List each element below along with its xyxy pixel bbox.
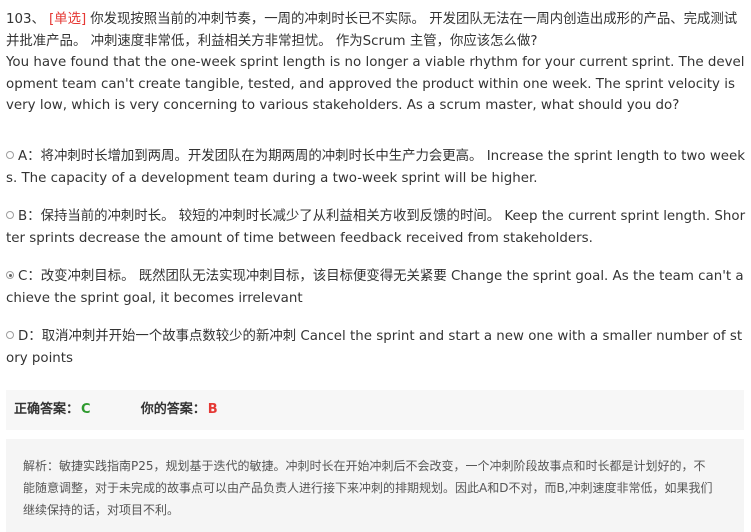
analysis-text: 解析：敏捷实践指南P25，规划基于迭代的敏捷。冲刺时长在开始冲刺后不会改变，一个… [23,459,713,517]
options-list: A：将冲刺时长增加到两周。开发团队在为期两周的冲刺时长中生产力会更高。 Incr… [6,146,746,386]
question-text-cn: 你发现按照当前的冲刺节奏，一周的冲刺时长已不实际。 开发团队无法在一周内创造出成… [6,12,738,49]
option-b[interactable]: B：保持当前的冲刺时长。 较短的冲刺时长减少了从利益相关方收到反馈的时间。 Ke… [6,206,746,249]
radio-button-c[interactable] [6,271,14,279]
option-c[interactable]: C：改变冲刺目标。 既然团队无法实现冲刺目标，该目标便变得无关紧要 Change… [6,266,746,309]
option-c-text: C：改变冲刺目标。 既然团队无法实现冲刺目标，该目标便变得无关紧要 Change… [6,269,744,306]
question-text-en: You have found that the one-week sprint … [6,55,745,113]
question-type-tag: [单选] [48,12,87,27]
user-answer-label: 你的答案： [140,402,206,417]
analysis-panel: 解析：敏捷实践指南P25，规划基于迭代的敏捷。冲刺时长在开始冲刺后不会改变，一个… [6,439,744,532]
radio-button-d[interactable] [6,331,14,339]
option-b-text: B：保持当前的冲刺时长。 较短的冲刺时长减少了从利益相关方收到反馈的时间。 Ke… [6,209,746,246]
radio-button-a[interactable] [6,151,14,159]
option-a-text: A：将冲刺时长增加到两周。开发团队在为期两周的冲刺时长中生产力会更高。 Incr… [6,149,746,186]
correct-answer-value: C [81,402,91,417]
question-block: 103、 [单选] 你发现按照当前的冲刺节奏，一周的冲刺时长已不实际。 开发团队无法… [6,9,746,117]
user-answer-value: B [207,402,218,417]
answer-bar: 正确答案： C 你的答案： B [6,390,744,430]
option-a[interactable]: A：将冲刺时长增加到两周。开发团队在为期两周的冲刺时长中生产力会更高。 Incr… [6,146,746,189]
radio-button-b[interactable] [6,211,14,219]
correct-answer-label: 正确答案： [14,402,80,417]
option-d[interactable]: D：取消冲刺并开始一个故事点数较少的新冲刺 Cancel the sprint … [6,326,746,369]
question-number: 103、 [6,12,45,27]
option-d-text: D：取消冲刺并开始一个故事点数较少的新冲刺 Cancel the sprint … [6,329,743,366]
